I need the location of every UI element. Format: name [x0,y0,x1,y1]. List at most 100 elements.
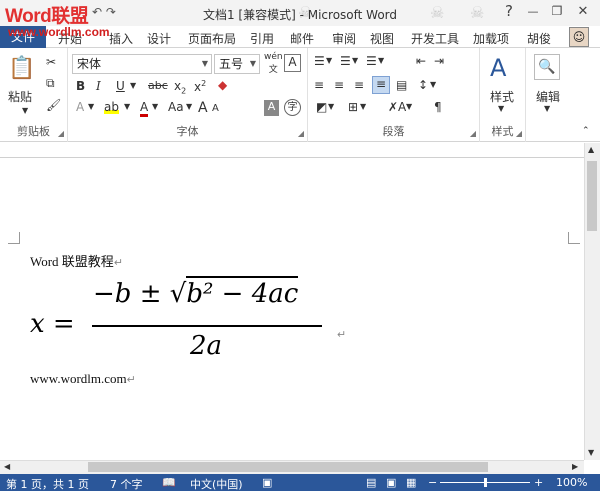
chevron-down-icon[interactable]: ▼ [22,106,28,115]
zoom-in-icon[interactable]: + [534,476,543,489]
doc-line-url[interactable]: www.wordlm.com↵ [30,371,136,387]
chevron-down-icon[interactable]: ▼ [152,102,158,111]
multilevel-list-icon[interactable]: ☰ [366,54,377,68]
styles-icon[interactable]: A [490,54,506,82]
grow-font-icon[interactable]: A [198,100,208,116]
chevron-down-icon[interactable]: ▼ [328,102,334,111]
superscript-button[interactable]: x2 [194,79,206,94]
chevron-down-icon[interactable]: ▼ [498,104,504,113]
strikethrough-button[interactable]: abc [148,79,168,92]
chevron-down-icon[interactable]: ▼ [130,81,136,90]
tab-view[interactable]: 视图 [370,30,394,47]
font-color-icon[interactable]: A [140,100,149,117]
read-mode-icon[interactable]: ▤ [366,476,376,489]
character-border-icon[interactable]: A [284,54,301,72]
increase-indent-icon[interactable]: ⇥ [434,54,444,68]
scroll-up-icon[interactable]: ▲ [588,145,594,154]
minimize-button[interactable]: — [522,5,544,18]
paste-icon[interactable]: 📋 [8,56,35,81]
decrease-indent-icon[interactable]: ⇤ [416,54,426,68]
tab-mailings[interactable]: 邮件 [290,30,314,47]
font-name-combo[interactable]: 宋体 ▼ [72,54,212,74]
document-area[interactable] [0,143,600,460]
copy-icon[interactable]: ⧉ [46,76,55,91]
styles-button[interactable]: 样式 [490,88,514,105]
proofing-icon[interactable]: 📖 [162,476,176,489]
help-button[interactable]: ? [498,2,520,20]
text-effects-icon[interactable]: A [76,100,84,114]
macro-record-icon[interactable]: ▣ [262,476,272,489]
avatar[interactable]: ☺ [569,27,589,47]
line-spacing-icon[interactable]: ↕ [418,78,428,92]
launcher-icon[interactable]: ◢ [58,129,64,138]
chevron-down-icon[interactable]: ▼ [326,56,332,65]
underline-button[interactable]: U [116,79,125,93]
shading-icon[interactable]: ◩ [316,100,327,114]
font-size-combo[interactable]: 五号 ▼ [214,54,260,74]
editing-button[interactable]: 编辑 [536,88,560,105]
binoculars-icon[interactable]: 🔍 [534,54,560,80]
vertical-scroll-thumb[interactable] [587,161,597,231]
character-shading-icon[interactable]: A [264,100,279,116]
undo-icon[interactable]: ↶ ↷ [92,5,116,19]
format-painter-icon[interactable]: 🖌 [46,98,61,112]
chevron-down-icon[interactable]: ▼ [406,102,412,111]
change-case-icon[interactable]: Aa [168,100,184,114]
restore-button[interactable]: ❐ [546,4,568,18]
tab-layout[interactable]: 页面布局 [188,30,236,47]
chevron-down-icon[interactable]: ▼ [378,56,384,65]
chevron-down-icon[interactable]: ▼ [360,102,366,111]
borders-icon[interactable]: ⊞ [348,100,358,114]
word-count[interactable]: 7 个字 [110,476,143,492]
zoom-out-icon[interactable]: − [428,476,437,489]
launcher-icon[interactable]: ◢ [470,129,476,138]
paste-button[interactable]: 粘贴 [8,88,32,105]
numbering-icon[interactable]: ☰ [340,54,351,68]
tab-developer[interactable]: 开发工具 [411,30,459,47]
clear-formatting-icon[interactable]: ◆ [218,78,227,92]
collapse-ribbon-icon[interactable]: ⌃ [582,126,590,136]
sort-icon[interactable]: ✗A [388,100,406,114]
chevron-down-icon[interactable]: ▼ [88,102,94,111]
launcher-icon[interactable]: ◢ [298,129,304,138]
language-indicator[interactable]: 中文(中国) [190,476,243,492]
enclose-characters-icon[interactable]: 字 [284,99,301,116]
tab-addins[interactable]: 加载项 [473,30,509,47]
page-count[interactable]: 第 1 页，共 1 页 [6,476,89,492]
web-layout-icon[interactable]: ▦ [406,476,416,489]
scroll-left-icon[interactable]: ◀ [4,462,10,471]
distributed-icon[interactable]: ▤ [396,78,407,92]
scroll-right-icon[interactable]: ▶ [572,462,578,471]
horizontal-scroll-thumb[interactable] [88,462,488,472]
doc-line-title[interactable]: Word 联盟教程↵ [30,251,123,270]
scroll-down-icon[interactable]: ▼ [588,448,594,457]
phonetic-guide-icon[interactable]: wén 文 [264,52,283,75]
tab-review[interactable]: 审阅 [332,30,356,47]
bold-button[interactable]: B [76,79,85,93]
italic-button[interactable]: I [96,79,101,93]
show-formatting-icon[interactable]: ¶ [434,100,442,114]
chevron-down-icon[interactable]: ▼ [124,102,130,111]
justify-icon[interactable]: ≡ [372,76,390,94]
chevron-down-icon[interactable]: ▼ [186,102,192,111]
subscript-button[interactable]: x2 [174,79,186,95]
tab-design[interactable]: 设计 [147,30,171,47]
print-layout-icon[interactable]: ▣ [386,476,396,489]
align-left-icon[interactable]: ≡ [314,78,324,92]
zoom-level[interactable]: 100% [556,476,587,489]
shrink-font-icon[interactable]: A [212,103,219,114]
cut-icon[interactable]: ✂ [46,55,56,69]
align-right-icon[interactable]: ≡ [354,78,364,92]
chevron-down-icon[interactable]: ▼ [430,80,436,89]
tab-insert[interactable]: 插入 [109,30,133,47]
tab-references[interactable]: 引用 [250,30,274,47]
chevron-down-icon[interactable]: ▼ [352,56,358,65]
chevron-down-icon[interactable]: ▼ [544,104,550,113]
zoom-slider-thumb[interactable] [484,478,487,487]
launcher-icon[interactable]: ◢ [516,129,522,138]
highlight-icon[interactable]: ab [104,100,119,114]
bullets-icon[interactable]: ☰ [314,54,325,68]
close-button[interactable]: ✕ [572,4,594,19]
user-name[interactable]: 胡俊 [527,30,551,47]
align-center-icon[interactable]: ≡ [334,78,344,92]
